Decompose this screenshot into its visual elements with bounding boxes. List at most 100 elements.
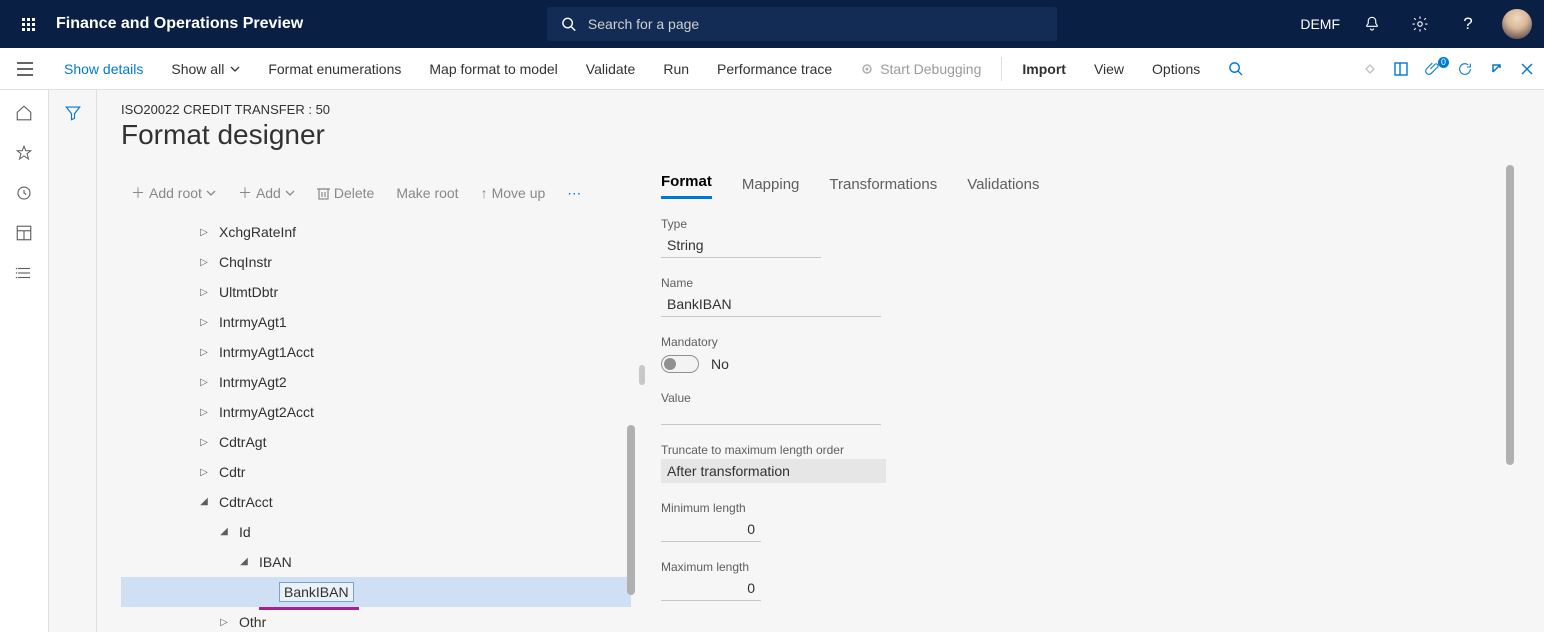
caret-right-icon[interactable]: ▷ (199, 437, 209, 447)
cmd-search[interactable] (1214, 48, 1257, 89)
list-icon (15, 264, 33, 282)
move-up-button[interactable]: ↑ Move up (471, 175, 556, 211)
popout-icon (1489, 61, 1504, 76)
caret-right-icon[interactable]: ▷ (199, 377, 209, 387)
app-title: Finance and Operations Preview (56, 15, 303, 33)
min-value[interactable]: 0 (661, 517, 761, 542)
make-root-button[interactable]: Make root (386, 175, 468, 211)
tree-row[interactable]: ◢ IBAN (121, 547, 631, 577)
tree-item-label: XchgRateInf (219, 224, 296, 240)
filter-button[interactable] (64, 104, 82, 632)
add-root-button[interactable]: ＋ Add root (121, 175, 226, 211)
popout-button[interactable] (1489, 61, 1504, 76)
diamond-icon (1363, 62, 1377, 76)
ellipsis-icon: ⋯ (567, 185, 581, 202)
rail-favorites[interactable] (15, 144, 33, 162)
refresh-button[interactable] (1457, 61, 1473, 77)
value-input[interactable] (661, 407, 881, 425)
tree-row[interactable]: ▷ IntrmyAgt2Acct (121, 397, 631, 427)
tab-validations[interactable]: Validations (967, 176, 1039, 199)
cmd-start-debugging[interactable]: Start Debugging (846, 48, 995, 89)
company-code[interactable]: DEMF (1300, 16, 1340, 32)
caret-down-icon[interactable]: ◢ (199, 496, 209, 506)
notifications-button[interactable] (1350, 2, 1394, 46)
link-icon[interactable] (1363, 62, 1377, 76)
attachments-button[interactable]: 0 (1425, 61, 1441, 77)
mandatory-toggle[interactable] (661, 355, 699, 373)
tree-item-label: IntrmyAgt1 (219, 314, 287, 330)
tree-item-label: IntrmyAgt2Acct (219, 404, 314, 420)
cmd-options[interactable]: Options (1138, 48, 1214, 89)
tree-row[interactable]: ▷IntrmyAgt1Acct (121, 337, 631, 367)
tree-row[interactable]: ▷ XchgRateInf (121, 217, 631, 247)
caret-right-icon[interactable]: ▷ (219, 617, 229, 627)
delete-button[interactable]: Delete (307, 175, 384, 211)
type-value[interactable]: String (661, 233, 821, 258)
truncate-select[interactable]: After transformation (661, 459, 886, 483)
tab-mapping[interactable]: Mapping (742, 176, 800, 199)
cmd-run[interactable]: Run (649, 48, 703, 89)
caret-right-icon[interactable]: ▷ (199, 467, 209, 477)
splitter-handle[interactable] (639, 365, 645, 385)
search-input[interactable] (586, 15, 1043, 33)
cmd-view[interactable]: View (1080, 48, 1138, 89)
search-wrap (303, 7, 1300, 41)
more-button[interactable]: ⋯ (557, 175, 591, 211)
tree-row[interactable]: ◢Id (121, 517, 631, 547)
tree-row[interactable]: ▷IntrmyAgt2 (121, 367, 631, 397)
tree-row[interactable]: BankIBAN (121, 577, 631, 607)
tree-row[interactable]: ▷ IntrmyAgt1 (121, 307, 631, 337)
field-type: Type String (661, 217, 1520, 258)
tab-format[interactable]: Format (661, 173, 712, 199)
cmd-show-details[interactable]: Show details (50, 48, 157, 89)
rail-home[interactable] (15, 104, 33, 122)
avatar[interactable] (1502, 9, 1532, 39)
tree-row[interactable]: ▷UltmtDbtr (121, 277, 631, 307)
tree-scrollbar[interactable] (627, 425, 635, 595)
tree-row[interactable]: ▷Othr (121, 607, 631, 632)
rail-workspaces[interactable] (15, 224, 33, 242)
caret-down-icon[interactable]: ◢ (239, 556, 249, 566)
global-header: Finance and Operations Preview DEMF ? (0, 0, 1544, 48)
settings-button[interactable] (1398, 2, 1442, 46)
cmd-show-all[interactable]: Show all (157, 48, 254, 89)
caret-right-icon[interactable]: ▷ (199, 317, 209, 327)
rail-modules[interactable] (15, 264, 33, 282)
rail-recent[interactable] (15, 184, 33, 202)
detail-tabs: Format Mapping Transformations Validatio… (661, 165, 1520, 199)
filter-icon (64, 104, 82, 122)
tree-row[interactable]: ▷ChqInstr (121, 247, 631, 277)
cmd-format-enumerations[interactable]: Format enumerations (254, 48, 415, 89)
clock-icon (15, 184, 33, 202)
max-value[interactable]: 0 (661, 576, 761, 601)
tree-row[interactable]: ▷CdtrAgt (121, 427, 631, 457)
cmd-show-all-label: Show all (171, 61, 224, 77)
tree-item-label: IBAN (259, 554, 292, 570)
name-value[interactable]: BankIBAN (661, 292, 881, 317)
format-tree: ▷XchgRateInf▷ChqInstr▷UltmtDbtr▷IntrmyAg… (121, 211, 631, 632)
tab-transformations[interactable]: Transformations (829, 176, 937, 199)
caret-right-icon[interactable]: ▷ (199, 407, 209, 417)
add-button[interactable]: ＋ Add (228, 175, 305, 211)
close-button[interactable] (1520, 62, 1534, 76)
help-button[interactable]: ? (1446, 2, 1490, 46)
caret-right-icon[interactable]: ▷ (199, 287, 209, 297)
waffle-menu[interactable] (12, 8, 44, 40)
grid-icon (15, 224, 33, 242)
caret-right-icon[interactable]: ▷ (199, 227, 209, 237)
nav-collapse-button[interactable] (0, 48, 50, 90)
cmd-map-format-to-model[interactable]: Map format to model (415, 48, 571, 89)
tree-row[interactable]: ▷Cdtr (121, 457, 631, 487)
cmd-import[interactable]: Import (1008, 48, 1080, 89)
cmd-validate[interactable]: Validate (572, 48, 650, 89)
office-button[interactable] (1393, 61, 1409, 77)
global-search[interactable] (547, 7, 1057, 41)
caret-right-icon[interactable] (259, 587, 269, 597)
caret-down-icon[interactable]: ◢ (219, 526, 229, 536)
caret-right-icon[interactable]: ▷ (199, 257, 209, 267)
cmd-performance-trace[interactable]: Performance trace (703, 48, 846, 89)
cmd-start-debugging-label: Start Debugging (880, 61, 981, 77)
detail-scrollbar[interactable] (1506, 165, 1514, 465)
caret-right-icon[interactable]: ▷ (199, 347, 209, 357)
tree-row[interactable]: ◢CdtrAcct (121, 487, 631, 517)
